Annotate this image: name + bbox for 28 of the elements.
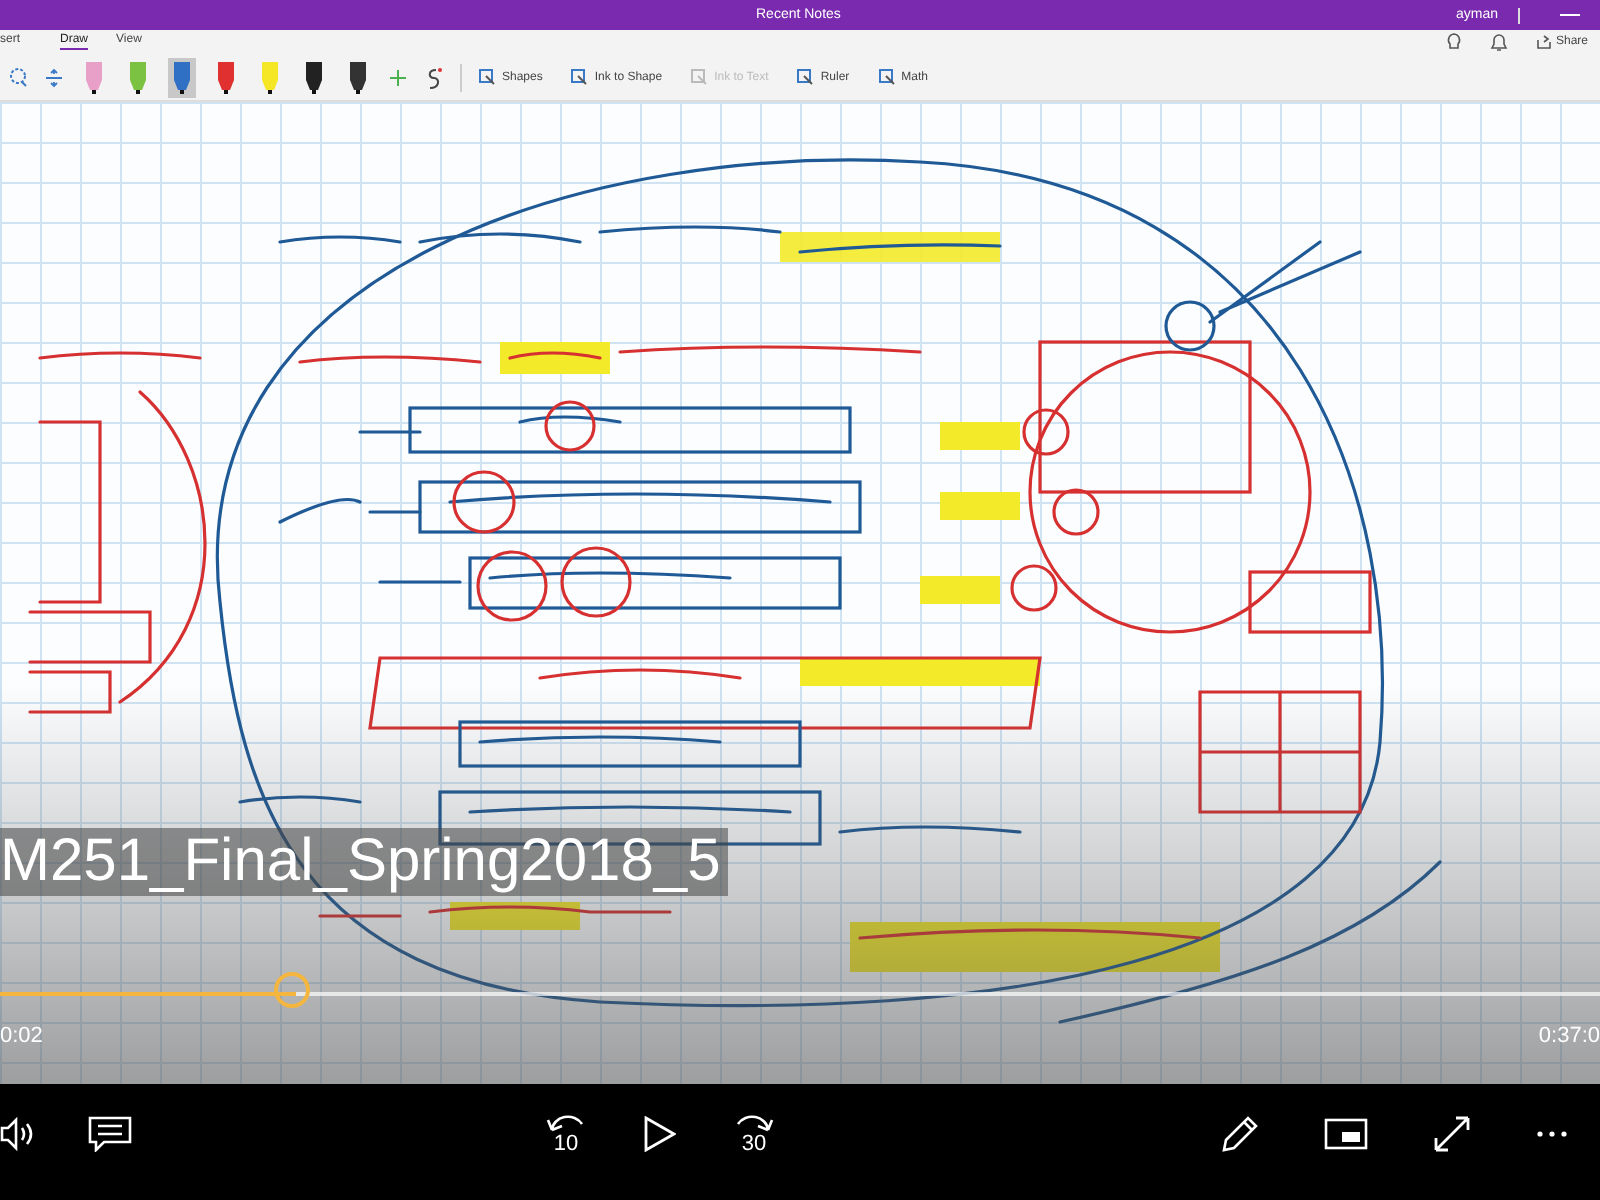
total-time: 0:37:0	[1538, 1024, 1600, 1048]
bell-icon[interactable]	[1489, 32, 1508, 52]
pen-button[interactable]	[344, 57, 372, 97]
pen-button[interactable]	[300, 57, 328, 97]
pen-curve-icon[interactable]	[424, 65, 444, 89]
rewind-arrow-icon	[544, 1112, 588, 1132]
lasso-icon[interactable]	[8, 67, 28, 87]
more-icon[interactable]	[1536, 1130, 1568, 1138]
space-icon[interactable]	[44, 67, 64, 87]
skip-back-button[interactable]: 10	[544, 1112, 588, 1156]
skip-forward-button[interactable]: 30	[732, 1112, 776, 1156]
forward-arrow-icon	[732, 1112, 776, 1132]
play-icon[interactable]	[644, 1116, 676, 1152]
seek-handle[interactable]	[274, 972, 310, 1008]
square-pointer-icon	[478, 68, 496, 86]
square-pointer-icon	[690, 68, 709, 86]
lightbulb-icon[interactable]	[1445, 32, 1462, 52]
square-pointer-icon	[877, 68, 896, 86]
mini-view-icon[interactable]	[1324, 1118, 1368, 1150]
share-icon	[1535, 34, 1552, 50]
elapsed-time: 0:02	[0, 1024, 43, 1048]
volume-icon[interactable]	[0, 1116, 36, 1152]
square-pointer-icon	[570, 68, 589, 86]
fullscreen-icon[interactable]	[1432, 1114, 1472, 1154]
minimize-icon[interactable]	[1560, 13, 1580, 17]
captions-icon[interactable]	[88, 1116, 132, 1152]
square-pointer-icon	[796, 68, 815, 86]
pen-icon[interactable]	[1220, 1114, 1260, 1154]
